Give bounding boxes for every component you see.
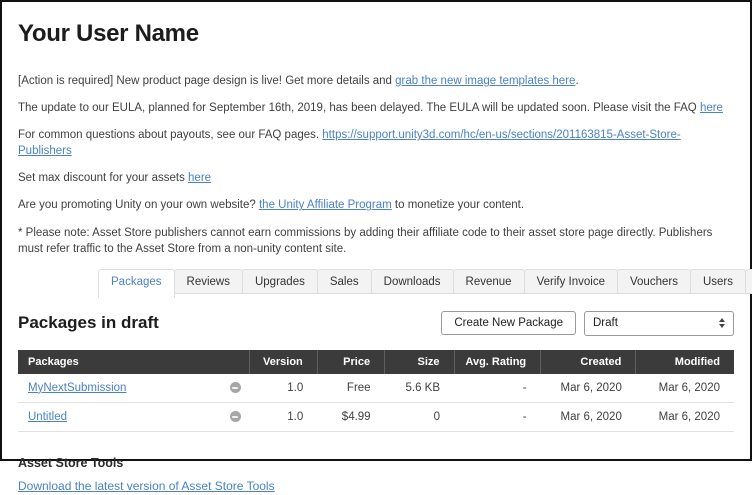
package-status-select-value: Draft	[593, 317, 618, 329]
faq-here-link[interactable]: here	[700, 102, 723, 114]
package-link[interactable]: MyNextSubmission	[28, 382, 126, 394]
size-cell: 0	[385, 402, 454, 431]
notices-section: [Action is required] New product page de…	[18, 73, 734, 257]
column-header-price: Price	[317, 350, 384, 374]
column-header-created: Created	[541, 350, 636, 374]
section-head: Packages in draft Create New Package Dra…	[18, 311, 734, 336]
avg-rating-cell: -	[454, 374, 541, 403]
notice-payouts: For common questions about payouts, see …	[18, 127, 734, 159]
tab-users[interactable]: Users	[690, 269, 746, 294]
tab-payout[interactable]: Payout	[745, 269, 752, 294]
notice-text: Are you promoting Unity on your own webs…	[18, 199, 259, 211]
packages-table: Packages Version Price Size Avg. Rating …	[18, 350, 734, 432]
price-cell: Free	[317, 374, 384, 403]
column-header-modified: Modified	[636, 350, 734, 374]
column-header-avg-rating: Avg. Rating	[454, 350, 541, 374]
max-discount-here-link[interactable]: here	[188, 172, 211, 184]
package-status-select[interactable]: Draft	[584, 311, 734, 336]
created-cell: Mar 6, 2020	[541, 402, 636, 431]
download-tools-link[interactable]: Download the latest version of Asset Sto…	[18, 479, 275, 493]
new-image-templates-link[interactable]: grab the new image templates here	[395, 75, 575, 87]
packages-table-header: Packages Version Price Size Avg. Rating …	[18, 350, 734, 374]
version-cell: 1.0	[250, 402, 317, 431]
notice-text: For common questions about payouts, see …	[18, 129, 322, 141]
notice-max-discount: Set max discount for your assets here	[18, 170, 734, 186]
notice-affiliate: Are you promoting Unity on your own webs…	[18, 197, 734, 213]
section-title: Packages in draft	[18, 313, 159, 333]
select-stepper-icon	[719, 318, 725, 328]
notice-text: [Action is required] New product page de…	[18, 75, 395, 87]
column-header-version: Version	[250, 350, 317, 374]
section-controls: Create New Package Draft	[441, 311, 734, 336]
notice-product-page: [Action is required] New product page de…	[18, 73, 734, 89]
notice-affiliate-disclaimer: * Please note: Asset Store publishers ca…	[18, 225, 734, 257]
create-new-package-button[interactable]: Create New Package	[441, 311, 576, 335]
tab-revenue[interactable]: Revenue	[453, 269, 525, 294]
publisher-portal-page: Your User Name [Action is required] New …	[2, 2, 750, 495]
tab-reviews[interactable]: Reviews	[174, 269, 243, 294]
draft-status-icon	[230, 411, 241, 422]
tab-sales[interactable]: Sales	[317, 269, 372, 294]
notice-text: .	[575, 75, 578, 87]
modified-cell: Mar 6, 2020	[636, 374, 734, 403]
tab-upgrades[interactable]: Upgrades	[242, 269, 318, 294]
size-cell: 5.6 KB	[385, 374, 454, 403]
asset-store-tools-heading: Asset Store Tools	[18, 456, 734, 470]
draft-status-icon	[230, 382, 241, 393]
created-cell: Mar 6, 2020	[541, 374, 636, 403]
notice-text: to monetize your content.	[392, 199, 524, 211]
price-cell: $4.99	[317, 402, 384, 431]
tab-verify-invoice[interactable]: Verify Invoice	[524, 269, 618, 294]
modified-cell: Mar 6, 2020	[636, 402, 734, 431]
tab-packages[interactable]: Packages	[98, 269, 175, 298]
table-row: Untitled 1.0 $4.99 0 - Mar 6, 2020 Mar 6…	[18, 402, 734, 431]
avg-rating-cell: -	[454, 402, 541, 431]
notice-eula: The update to our EULA, planned for Sept…	[18, 100, 734, 116]
page-title: Your User Name	[18, 20, 734, 48]
column-header-size: Size	[385, 350, 454, 374]
tab-downloads[interactable]: Downloads	[371, 269, 454, 294]
version-cell: 1.0	[250, 374, 317, 403]
affiliate-program-link[interactable]: the Unity Affiliate Program	[259, 199, 392, 211]
tab-bar: Packages Reviews Upgrades Sales Download…	[18, 269, 734, 294]
notice-text: The update to our EULA, planned for Sept…	[18, 102, 700, 114]
notice-text: Set max discount for your assets	[18, 172, 188, 184]
tab-vouchers[interactable]: Vouchers	[617, 269, 691, 294]
column-header-packages: Packages	[18, 350, 250, 374]
table-row: MyNextSubmission 1.0 Free 5.6 KB - Mar 6…	[18, 374, 734, 403]
package-link[interactable]: Untitled	[28, 411, 67, 423]
